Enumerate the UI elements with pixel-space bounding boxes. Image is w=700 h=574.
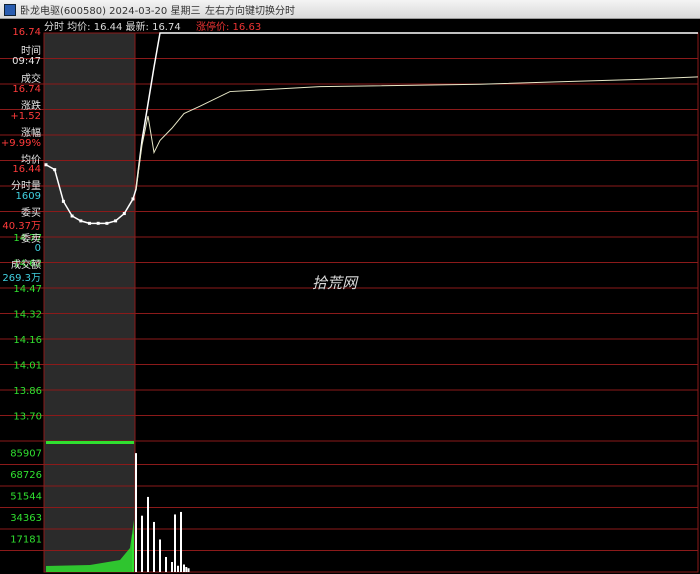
auction-point <box>114 219 118 223</box>
auction-point <box>53 168 57 172</box>
auction-point <box>88 221 91 225</box>
quote-side-panel: 16.74 时间 09:47 成交 16.74 涨跌 +1.52 涨幅 +9.9… <box>0 27 44 284</box>
pct-value: +9.99% <box>0 138 41 149</box>
price-line <box>45 32 698 225</box>
auction-point <box>105 221 109 225</box>
time-value: 09:47 <box>12 56 41 67</box>
auction-bar-strip <box>46 441 134 444</box>
pre-market-shade <box>44 33 135 572</box>
amount-value: 269.3万 <box>2 273 41 284</box>
vol-label: 分时量 <box>11 181 41 192</box>
auction-point <box>61 199 65 203</box>
time-label: 时间 <box>21 46 41 57</box>
auction-point <box>44 163 48 167</box>
average-line <box>135 76 699 190</box>
top-price: 16.74 <box>12 27 41 38</box>
price-tick-label: 14.32 <box>13 310 42 321</box>
pct-label: 涨幅 <box>21 128 41 139</box>
auction-point <box>79 219 83 223</box>
change-label: 涨跌 <box>21 101 41 112</box>
sell-value: 0 <box>34 243 41 254</box>
price-tick-label: 13.86 <box>13 386 42 397</box>
auction-point <box>122 212 126 216</box>
price-tick-label: 14.47 <box>13 284 42 295</box>
volume-tick-label: 51544 <box>10 492 42 503</box>
price-tick-label: 14.16 <box>13 335 42 346</box>
change-value: +1.52 <box>10 111 41 122</box>
volume-tick-label: 34363 <box>10 513 42 524</box>
auction-point <box>96 221 100 225</box>
deal-label: 成交 <box>21 74 41 85</box>
chart-frame <box>43 32 699 573</box>
watermark: 拾荒网 <box>312 274 358 292</box>
price-tick-label: 13.70 <box>13 412 42 423</box>
deal-value: 16.74 <box>12 84 41 95</box>
volume-tick-label: 17181 <box>10 535 42 546</box>
volume-tick-label: 85907 <box>10 449 42 460</box>
auction-point <box>131 197 135 201</box>
price-tick-label: 14.01 <box>13 361 42 372</box>
vol-value: 1609 <box>15 191 41 202</box>
auction-point <box>70 214 74 218</box>
volume-tick-label: 68726 <box>10 470 42 481</box>
avg-value: 16.44 <box>12 164 41 175</box>
